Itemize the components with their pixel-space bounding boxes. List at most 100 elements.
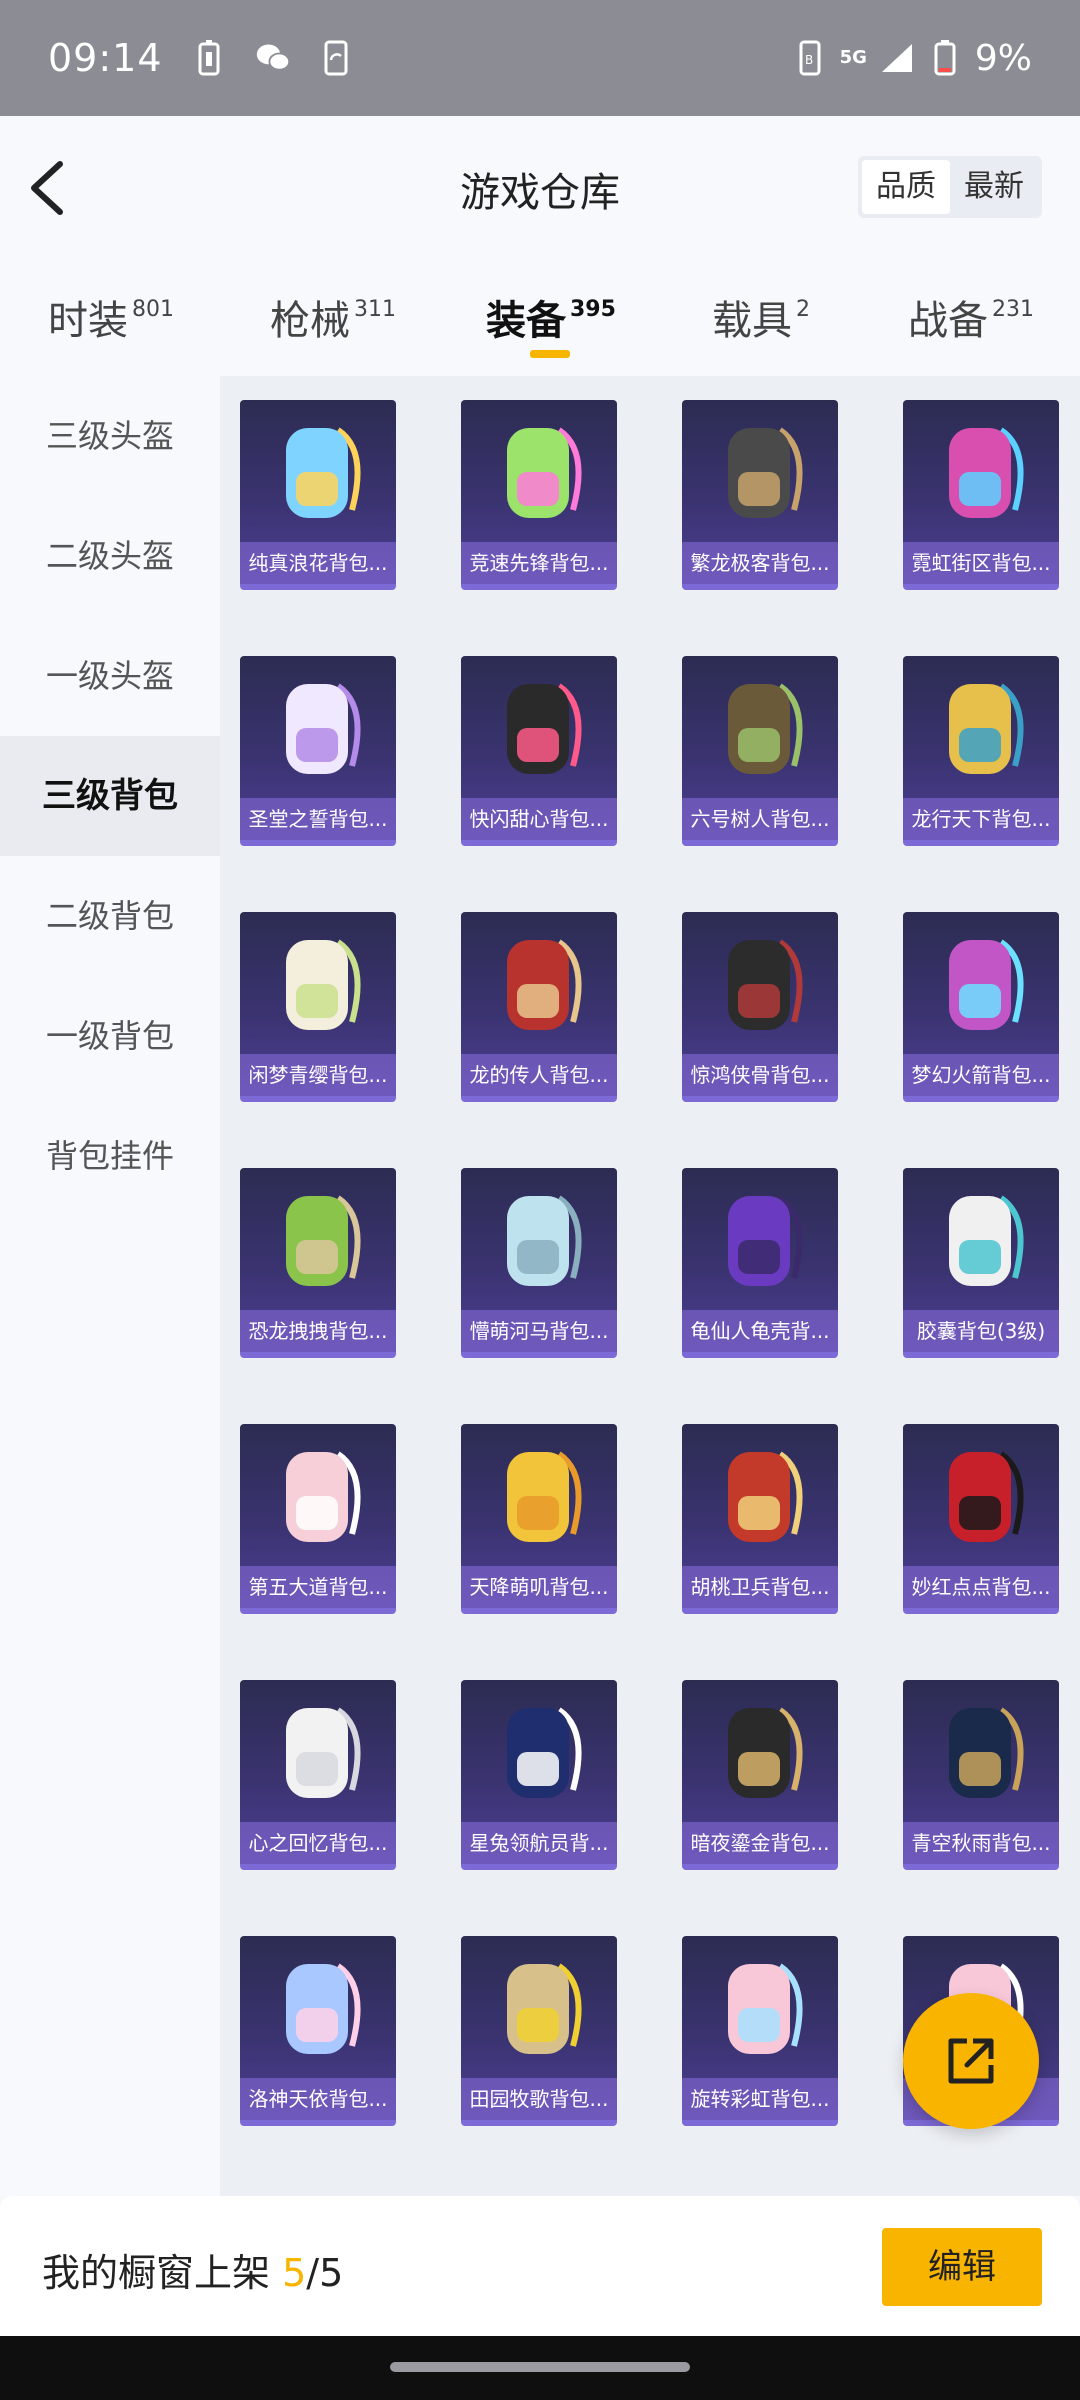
item-name: 暗夜鎏金背包... [682, 1822, 838, 1864]
gesture-handle[interactable] [390, 2362, 690, 2372]
item-card[interactable]: 心之回忆背包... [240, 1680, 396, 1870]
item-card[interactable]: 天降萌叽背包... [461, 1424, 617, 1614]
item-card[interactable]: 龟仙人龟壳背... [682, 1168, 838, 1358]
item-card[interactable]: 繁龙极客背包... [682, 400, 838, 590]
sidebar-item-backpack-3[interactable]: 三级背包 [0, 736, 220, 856]
item-name: 恐龙拽拽背包... [240, 1310, 396, 1352]
backpack-icon [286, 1195, 361, 1286]
backpack-icon [728, 427, 803, 518]
item-name: 青空秋雨背包... [903, 1822, 1059, 1864]
sidebar-item-helmet-1[interactable]: 一级头盔 [0, 616, 220, 736]
status-time: 09:14 [48, 36, 163, 80]
sidebar-item-backpack-1[interactable]: 一级背包 [0, 976, 220, 1096]
backpack-icon [728, 1195, 803, 1286]
backpack-icon [507, 939, 582, 1030]
item-card[interactable]: 妙红点点背包... [903, 1424, 1059, 1614]
item-name: 旋转彩虹背包... [682, 2078, 838, 2120]
sidebar-item-helmet-2[interactable]: 二级头盔 [0, 496, 220, 616]
item-name: 龟仙人龟壳背... [682, 1310, 838, 1352]
edit-button[interactable]: 编辑 [882, 2228, 1042, 2306]
active-tab-indicator [530, 350, 570, 358]
share-button[interactable] [903, 1993, 1039, 2129]
sidebar-item-helmet-3[interactable]: 三级头盔 [0, 376, 220, 496]
backpack-icon [286, 1451, 361, 1542]
sort-toggle: 品质 最新 [858, 156, 1042, 218]
item-name: 梦幻火箭背包... [903, 1054, 1059, 1096]
item-card[interactable]: 闲梦青缨背包... [240, 912, 396, 1102]
backpack-icon [286, 683, 361, 774]
backpack-icon [286, 1963, 361, 2054]
item-name: 胶囊背包(3级) [903, 1310, 1059, 1352]
item-name: 惊鸿侠骨背包... [682, 1054, 838, 1096]
item-name: 胡桃卫兵背包... [682, 1566, 838, 1608]
tab-weapons[interactable]: 枪械 311 [270, 288, 396, 346]
item-card[interactable]: 梦幻火箭背包... [903, 912, 1059, 1102]
item-name: 圣堂之誓背包... [240, 798, 396, 840]
item-card[interactable]: 龙的传人背包... [461, 912, 617, 1102]
backpack-icon [286, 939, 361, 1030]
backpack-icon [507, 427, 582, 518]
backpack-icon [507, 1707, 582, 1798]
item-card[interactable]: 霓虹街区背包... [903, 400, 1059, 590]
item-grid: 纯真浪花背包... 竞速先锋背包... 繁龙极客背包... 霓虹街区背包... 圣堂之誓… [220, 376, 1080, 2196]
backpack-icon [507, 1195, 582, 1286]
sidebar-item-backpack-charm[interactable]: 背包挂件 [0, 1096, 220, 1216]
item-name: 洛神天依背包... [240, 2078, 396, 2120]
tab-vehicles[interactable]: 载具 2 [712, 288, 810, 346]
item-card[interactable]: 田园牧歌背包... [461, 1936, 617, 2126]
item-name: 妙红点点背包... [903, 1566, 1059, 1608]
item-card[interactable]: 圣堂之誓背包... [240, 656, 396, 846]
item-card[interactable]: 旋转彩虹背包... [682, 1936, 838, 2126]
sort-newest[interactable]: 最新 [950, 160, 1038, 214]
item-card[interactable]: 六号树人背包... [682, 656, 838, 846]
category-tabs: 时装 801 枪械 311 装备 395 载具 2 战备 231 [0, 258, 1080, 376]
item-card[interactable]: 快闪甜心背包... [461, 656, 617, 846]
item-card[interactable]: 星兔领航员背... [461, 1680, 617, 1870]
sidebar-item-backpack-2[interactable]: 二级背包 [0, 856, 220, 976]
backpack-icon [507, 1451, 582, 1542]
header: 游戏仓库 品质 最新 [0, 116, 1080, 258]
wechat-icon [255, 40, 291, 76]
sort-quality[interactable]: 品质 [862, 160, 950, 214]
item-card[interactable]: 竞速先锋背包... [461, 400, 617, 590]
item-card[interactable]: 洛神天依背包... [240, 1936, 396, 2126]
item-card[interactable]: 青空秋雨背包... [903, 1680, 1059, 1870]
network-type: 5G [839, 47, 867, 68]
shelf-status: 我的橱窗上架 5/5 [42, 2251, 344, 2295]
item-name: 闲梦青缨背包... [240, 1054, 396, 1096]
shelf-total: /5 [306, 2251, 344, 2295]
backpack-icon [949, 427, 1024, 518]
item-name: 竞速先锋背包... [461, 542, 617, 584]
backpack-icon [286, 1707, 361, 1798]
item-name: 龙行天下背包... [903, 798, 1059, 840]
phone-sync-icon [319, 40, 355, 76]
item-name: 霓虹街区背包... [903, 542, 1059, 584]
tab-gear[interactable]: 战备 231 [908, 288, 1034, 346]
item-name: 懵萌河马背包... [461, 1310, 617, 1352]
backpack-icon [949, 1451, 1024, 1542]
item-card[interactable]: 懵萌河马背包... [461, 1168, 617, 1358]
item-card[interactable]: 暗夜鎏金背包... [682, 1680, 838, 1870]
item-name: 六号树人背包... [682, 798, 838, 840]
item-card[interactable]: 龙行天下背包... [903, 656, 1059, 846]
battery-saver-icon [191, 40, 227, 76]
backpack-icon [507, 1963, 582, 2054]
tab-equipment[interactable]: 装备 395 [486, 288, 616, 346]
item-card[interactable]: 惊鸿侠骨背包... [682, 912, 838, 1102]
tab-fashion[interactable]: 时装 801 [48, 288, 174, 346]
item-name: 纯真浪花背包... [240, 542, 396, 584]
item-card[interactable]: 胡桃卫兵背包... [682, 1424, 838, 1614]
item-name: 繁龙极客背包... [682, 542, 838, 584]
item-card[interactable]: 恐龙拽拽背包... [240, 1168, 396, 1358]
item-card[interactable]: 第五大道背包... [240, 1424, 396, 1614]
share-icon [948, 2038, 994, 2084]
item-name: 心之回忆背包... [240, 1822, 396, 1864]
item-name: 第五大道背包... [240, 1566, 396, 1608]
item-name: 龙的传人背包... [461, 1054, 617, 1096]
item-name: 星兔领航员背... [461, 1822, 617, 1864]
backpack-icon [728, 1963, 803, 2054]
backpack-icon [728, 1707, 803, 1798]
item-card[interactable]: 胶囊背包(3级) [903, 1168, 1059, 1358]
backpack-icon [949, 1707, 1024, 1798]
item-card[interactable]: 纯真浪花背包... [240, 400, 396, 590]
